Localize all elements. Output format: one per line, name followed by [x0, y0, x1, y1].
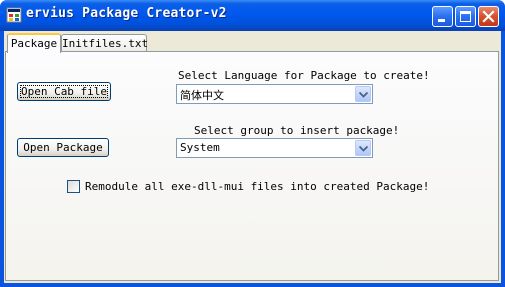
title-bar[interactable]: ervius Package Creator-v2 — [0, 0, 505, 31]
tab-package[interactable]: Package — [7, 33, 61, 53]
maximize-icon — [460, 11, 471, 22]
maximize-button[interactable] — [455, 6, 476, 27]
tab-label: Initfiles.txt — [62, 37, 149, 50]
close-button[interactable] — [478, 6, 499, 27]
dropdown-arrow-icon — [359, 146, 368, 152]
language-select-value: 简体中文 — [180, 89, 224, 102]
group-select[interactable]: System — [176, 138, 373, 158]
language-dropdown-button[interactable] — [355, 86, 371, 102]
minimize-button[interactable] — [432, 6, 453, 27]
remodule-checkbox[interactable] — [67, 180, 80, 193]
open-package-label: Open Package — [23, 141, 103, 154]
tab-strip: Package Initfiles.txt — [4, 31, 501, 53]
dropdown-arrow-icon — [359, 92, 368, 98]
open-package-button[interactable]: Open Package — [17, 138, 109, 157]
window-title: ervius Package Creator-v2 — [26, 6, 227, 21]
client-area: Package Initfiles.txt Open Cab file Sele… — [4, 31, 501, 283]
language-prompt: Select Language for Package to create! — [178, 69, 430, 82]
open-cab-button[interactable]: Open Cab file — [17, 82, 111, 101]
language-select[interactable]: 简体中文 — [176, 84, 373, 104]
focus-rectangle — [20, 85, 108, 98]
tab-label: Package — [10, 37, 58, 50]
app-icon — [6, 7, 22, 23]
group-prompt: Select group to insert package! — [194, 124, 400, 137]
group-dropdown-button[interactable] — [355, 140, 371, 156]
minimize-icon — [438, 19, 445, 22]
remodule-label[interactable]: Remodule all exe-dll-mui files into crea… — [85, 180, 429, 193]
group-select-value: System — [180, 141, 220, 154]
app-window: ervius Package Creator-v2 Package Initfi… — [0, 0, 505, 287]
package-tab-panel: Open Cab file Select Language for Packag… — [5, 51, 499, 281]
tab-initfiles[interactable]: Initfiles.txt — [61, 34, 149, 52]
close-icon — [482, 10, 495, 23]
